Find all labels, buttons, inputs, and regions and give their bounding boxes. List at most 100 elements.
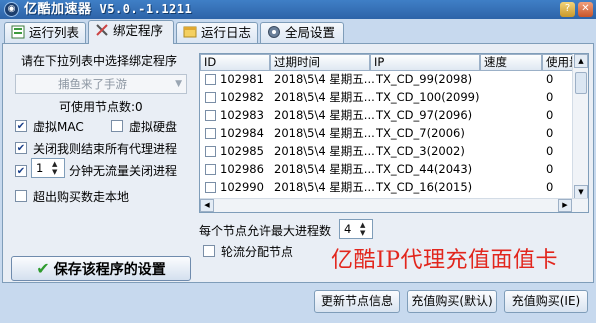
virtual-disk-checkbox[interactable]	[111, 120, 123, 132]
cell-usage: 0	[546, 108, 554, 122]
over-purchase-label: 超出购买数走本地	[33, 190, 130, 204]
table-row[interactable]: 102984 2018\5\4 星期五... TX_CD_7(2006) 0	[200, 125, 572, 142]
table-row[interactable]: 102983 2018\5\4 星期五... TX_CD_97(2096) 0	[200, 107, 572, 124]
cell-id: 102982	[220, 90, 264, 104]
recharge-ie-button[interactable]: 充值购买(IE)	[504, 290, 588, 313]
promo-text: 亿酷IP代理充值面值卡	[331, 248, 558, 273]
cell-usage: 0	[546, 126, 554, 140]
cell-id: 102983	[220, 108, 264, 122]
cell-ip: TX_CD_3(2002)	[376, 144, 465, 158]
column-header-ip[interactable]: IP	[370, 54, 480, 71]
update-nodes-button[interactable]: 更新节点信息	[314, 290, 400, 313]
max-process-stepper[interactable]: 4 ▲ ▼	[339, 219, 373, 239]
scroll-left-icon[interactable]: ◀	[200, 199, 214, 212]
spin-arrows-icon: ▲ ▼	[52, 160, 58, 176]
node-table-grid: ID 过期时间 IP 速度 使用量 1029812018\5\4 星期五...T…	[200, 54, 572, 199]
virtual-disk-label: 虚拟硬盘	[129, 120, 178, 134]
program-select[interactable]: 捕鱼来了手游 ▼	[15, 74, 187, 94]
minimize-button[interactable]: ?	[560, 2, 575, 17]
binding-settings: 请在下拉列表中选择绑定程序 捕鱼来了手游 ▼ 可使用节点数:0 ✔ 虚拟MAC …	[7, 48, 193, 281]
tab-strip: 运行列表 绑定程序 运行日志 全局设置	[0, 19, 596, 44]
recharge-default-button[interactable]: 充值购买(默认)	[407, 290, 497, 313]
cell-usage: 0	[546, 162, 554, 176]
cell-id: 102981	[220, 72, 264, 86]
scroll-right-icon[interactable]: ▶	[558, 199, 572, 212]
tab-label: 运行列表	[29, 25, 80, 40]
vertical-scrollbar[interactable]: ▲ ▼	[572, 54, 588, 199]
cell-expires: 2018\5\4 星期五...	[274, 180, 375, 194]
cell-ip: TX_CD_97(2096)	[376, 108, 473, 122]
virtual-mac-checkbox[interactable]: ✔	[15, 120, 27, 132]
app-logo-icon: ◉	[4, 2, 19, 17]
close-button[interactable]: ✕	[578, 2, 593, 17]
row-checkbox[interactable]	[205, 92, 216, 103]
tools-icon	[96, 24, 108, 36]
scroll-thumb[interactable]	[575, 72, 587, 94]
close-proxy-checkbox[interactable]: ✔	[15, 142, 27, 154]
tab-run-log[interactable]: 运行日志	[176, 22, 258, 43]
no-traffic-minutes-value: 1	[36, 161, 44, 175]
table-row[interactable]: 102982 2018\5\4 星期五... TX_CD_100(2099) 0	[200, 89, 572, 106]
cell-id: 102990	[220, 180, 264, 194]
cell-expires: 2018\5\4 星期五...	[274, 162, 375, 176]
row-checkbox[interactable]	[205, 164, 216, 175]
max-process-label: 每个节点允许最大进程数	[199, 224, 332, 238]
virtual-mac-label: 虚拟MAC	[33, 120, 84, 134]
max-process-value: 4	[344, 222, 352, 236]
row-checkbox[interactable]	[205, 182, 216, 193]
tab-label: 全局设置	[285, 25, 336, 40]
scroll-up-icon[interactable]: ▲	[574, 54, 588, 68]
row-checkbox[interactable]	[205, 128, 216, 139]
available-nodes-label: 可使用节点数:0	[59, 100, 143, 114]
table-row[interactable]: 102986 2018\5\4 星期五... TX_CD_44(2043) 0	[200, 161, 572, 178]
gear-icon	[268, 26, 280, 38]
no-traffic-minutes-stepper[interactable]: 1 ▲ ▼	[31, 158, 65, 178]
no-traffic-checkbox[interactable]: ✔	[15, 165, 27, 177]
app-name: 亿酷加速器	[24, 2, 92, 17]
cell-id: 102985	[220, 144, 264, 158]
row-checkbox[interactable]	[205, 146, 216, 157]
cell-usage: 0	[546, 90, 554, 104]
tab-bind-program[interactable]: 绑定程序	[88, 20, 174, 44]
cell-ip: TX_CD_99(2098)	[376, 72, 473, 86]
row-checkbox[interactable]	[205, 74, 216, 85]
title-bar: ◉ 亿酷加速器 V5.0.-1.1211 ? ✕	[0, 0, 596, 19]
save-settings-label: 保存该程序的设置	[53, 262, 166, 278]
list-icon	[11, 25, 25, 39]
app-version: V5.0.-1.1211	[99, 2, 193, 16]
cell-id: 102984	[220, 126, 264, 140]
chevron-down-icon: ▼	[175, 79, 182, 89]
table-row[interactable]: 102981 2018\5\4 星期五... TX_CD_99(2098) 0	[200, 71, 572, 88]
tab-global-settings[interactable]: 全局设置	[260, 22, 344, 43]
cell-expires: 2018\5\4 星期五...	[274, 72, 375, 86]
cell-expires: 2018\5\4 星期五...	[274, 108, 375, 122]
column-header-usage[interactable]: 使用量	[542, 54, 572, 71]
cell-usage: 0	[546, 144, 554, 158]
table-row[interactable]: 102985 2018\5\4 星期五... TX_CD_3(2002) 0	[200, 143, 572, 160]
column-header-speed[interactable]: 速度	[480, 54, 542, 71]
column-header-id[interactable]: ID	[200, 54, 270, 71]
tab-label: 绑定程序	[113, 23, 164, 38]
cell-usage: 0	[546, 180, 554, 194]
window-title: 亿酷加速器 V5.0.-1.1211	[24, 1, 192, 18]
over-purchase-checkbox[interactable]	[15, 190, 27, 202]
spin-arrows-icon: ▲ ▼	[360, 221, 366, 237]
tab-run-list[interactable]: 运行列表	[4, 22, 86, 43]
cell-ip: TX_CD_100(2099)	[376, 90, 480, 104]
round-robin-label: 轮流分配节点	[221, 245, 294, 259]
horizontal-scrollbar[interactable]: ◀ ▶	[200, 198, 588, 212]
column-header-expires[interactable]: 过期时间	[270, 54, 370, 71]
close-proxy-label: 关闭我则结束所有代理进程	[33, 142, 178, 156]
cell-ip: TX_CD_7(2006)	[376, 126, 465, 140]
node-table[interactable]: ID 过期时间 IP 速度 使用量 1029812018\5\4 星期五...T…	[199, 53, 589, 213]
bind-program-panel: 请在下拉列表中选择绑定程序 捕鱼来了手游 ▼ 可使用节点数:0 ✔ 虚拟MAC …	[2, 43, 594, 283]
save-settings-button[interactable]: ✔ 保存该程序的设置	[11, 256, 191, 281]
scroll-down-icon[interactable]: ▼	[574, 185, 588, 199]
table-header: ID 过期时间 IP 速度 使用量	[200, 54, 572, 71]
cell-id: 102986	[220, 162, 264, 176]
row-checkbox[interactable]	[205, 110, 216, 121]
table-row[interactable]: 102990 2018\5\4 星期五... TX_CD_16(2015) 0	[200, 179, 572, 196]
no-traffic-label: 分钟无流量关闭进程	[69, 164, 178, 178]
cell-expires: 2018\5\4 星期五...	[274, 90, 375, 104]
round-robin-checkbox[interactable]	[203, 245, 215, 257]
